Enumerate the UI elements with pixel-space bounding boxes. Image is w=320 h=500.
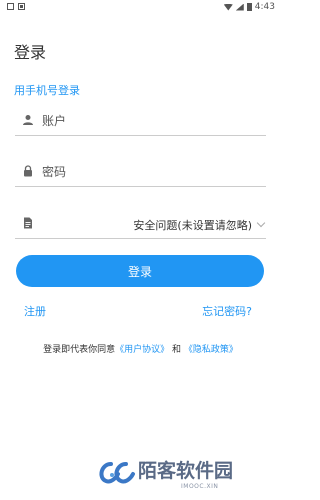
page-title: 登录 <box>14 43 47 62</box>
agreement-and: 和 <box>172 345 182 355</box>
status-time: 4:43 <box>254 2 275 12</box>
watermark-logo-icon <box>99 462 135 484</box>
watermark: 陌客软件园 IMOOC.XIN <box>97 456 267 492</box>
notification-icon <box>7 3 14 10</box>
forgot-password-link[interactable]: 忘记密码? <box>202 303 252 319</box>
watermark-name: 陌客软件园 <box>138 460 234 482</box>
security-question-value: 安全问题(未设置请忽略) <box>133 219 252 232</box>
lock-icon <box>24 165 32 177</box>
status-bar: 4:43 <box>0 0 281 14</box>
account-field[interactable] <box>15 109 266 136</box>
user-agreement-link[interactable]: 《用户协议》 <box>115 345 169 355</box>
register-link[interactable]: 注册 <box>24 303 46 319</box>
security-question-select[interactable]: 安全问题(未设置请忽略) <box>15 212 266 239</box>
login-button[interactable]: 登录 <box>16 255 264 287</box>
agreement-prefix: 登录即代表你同意 <box>43 345 116 355</box>
password-field[interactable] <box>15 160 266 187</box>
privacy-policy-link[interactable]: 《隐私政策》 <box>184 345 238 355</box>
notification-icons <box>7 3 25 10</box>
account-input[interactable] <box>42 112 242 130</box>
battery-icon <box>246 3 252 11</box>
watermark-subtitle: IMOOC.XIN <box>181 483 219 490</box>
person-icon <box>23 115 33 125</box>
notification-icon <box>18 3 25 10</box>
document-icon <box>24 217 32 229</box>
agreement-text: 登录即代表你同意《用户协议》 和 《隐私政策》 <box>0 342 281 355</box>
signal-icon <box>235 3 244 11</box>
chevron-down-icon <box>256 218 266 228</box>
phone-login-link[interactable]: 用手机号登录 <box>14 82 80 98</box>
wifi-icon <box>223 3 233 11</box>
status-icons: 4:43 <box>223 2 275 12</box>
password-input[interactable] <box>42 163 242 181</box>
